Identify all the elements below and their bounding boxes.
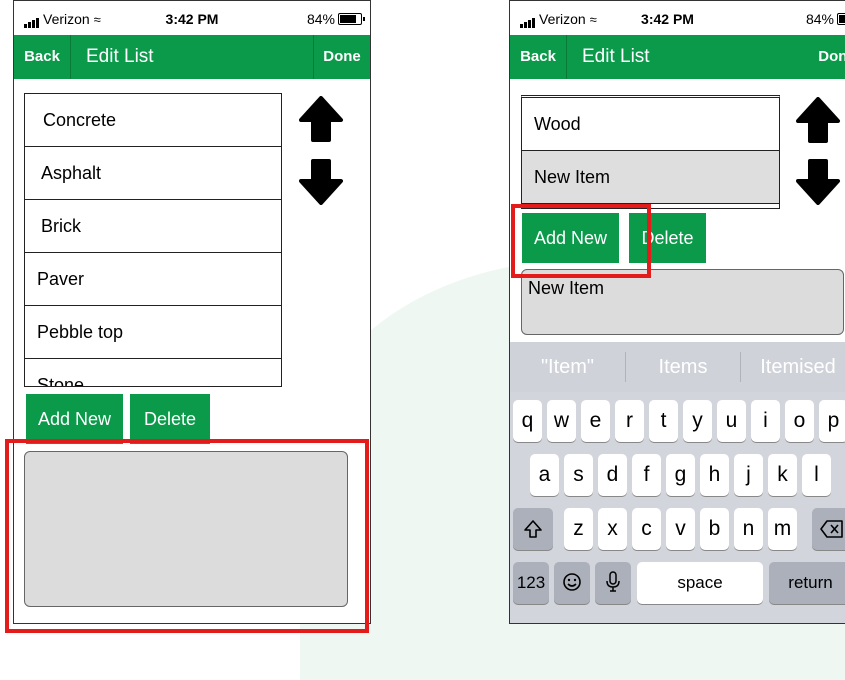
list-item[interactable]: Asphalt xyxy=(25,147,281,200)
key-f[interactable]: f xyxy=(632,454,661,496)
phone-screen-right: Verizon ≈ 3:42 PM 84% Back Edit List Don… xyxy=(509,0,845,624)
suggestion-3[interactable]: Itemised xyxy=(741,342,845,392)
item-text-field[interactable] xyxy=(24,451,348,607)
battery: 84% xyxy=(806,11,845,27)
key-d[interactable]: d xyxy=(598,454,627,496)
key-e[interactable]: e xyxy=(581,400,610,442)
item-text-field[interactable]: New Item xyxy=(521,269,844,335)
page-title: Edit List xyxy=(582,46,650,67)
status-bar: Verizon ≈ 3:42 PM 84% xyxy=(14,1,370,35)
key-p[interactable]: p xyxy=(819,400,845,442)
numbers-key[interactable]: 123 xyxy=(513,562,549,604)
add-new-button[interactable]: Add New xyxy=(26,394,123,444)
key-c[interactable]: c xyxy=(632,508,661,550)
on-screen-keyboard: "Item" Items Itemised q w e r t y u i o … xyxy=(510,342,845,623)
done-button[interactable]: Done xyxy=(313,35,370,79)
key-a[interactable]: a xyxy=(530,454,559,496)
key-i[interactable]: i xyxy=(751,400,780,442)
battery-icon xyxy=(837,13,845,25)
status-bar: Verizon ≈ 3:42 PM 84% xyxy=(510,1,845,35)
back-button[interactable]: Back xyxy=(14,35,71,79)
list-item[interactable]: Wood xyxy=(522,98,779,151)
suggestion-bar: "Item" Items Itemised xyxy=(510,342,845,392)
key-s[interactable]: s xyxy=(564,454,593,496)
return-key[interactable]: return xyxy=(769,562,845,604)
battery: 84% xyxy=(307,11,365,27)
list-item[interactable]: Paver xyxy=(25,253,281,306)
key-r[interactable]: r xyxy=(615,400,644,442)
key-o[interactable]: o xyxy=(785,400,814,442)
phone-screen-left: Verizon ≈ 3:42 PM 84% Back Edit List Don… xyxy=(13,0,371,624)
suggestion-2[interactable]: Items xyxy=(626,342,740,392)
shift-icon xyxy=(524,520,542,538)
add-new-button[interactable]: Add New xyxy=(522,213,619,263)
list-item[interactable]: Brick xyxy=(25,200,281,253)
key-u[interactable]: u xyxy=(717,400,746,442)
key-k[interactable]: k xyxy=(768,454,797,496)
item-list[interactable]: Concrete Asphalt Brick Paver Pebble top … xyxy=(24,93,282,387)
key-l[interactable]: l xyxy=(802,454,831,496)
key-j[interactable]: j xyxy=(734,454,763,496)
shift-key[interactable] xyxy=(513,508,553,550)
move-up-arrow-icon[interactable] xyxy=(794,97,842,143)
suggestion-1[interactable]: "Item" xyxy=(510,342,625,392)
key-v[interactable]: v xyxy=(666,508,695,550)
backspace-icon xyxy=(820,520,843,538)
list-item[interactable]: Concrete xyxy=(25,94,281,147)
key-b[interactable]: b xyxy=(700,508,729,550)
done-button[interactable]: Done xyxy=(809,35,845,79)
delete-button[interactable]: Delete xyxy=(130,394,210,444)
key-w[interactable]: w xyxy=(547,400,576,442)
back-button[interactable]: Back xyxy=(510,35,567,79)
emoji-key[interactable] xyxy=(554,562,590,604)
list-item-selected[interactable]: New Item xyxy=(522,151,779,204)
emoji-icon xyxy=(563,573,581,591)
list-item[interactable]: Stone xyxy=(25,359,281,386)
key-m[interactable]: m xyxy=(768,508,797,550)
microphone-icon xyxy=(606,571,620,592)
move-up-arrow-icon[interactable] xyxy=(297,96,345,142)
nav-bar: Back Edit List Done xyxy=(510,35,845,79)
nav-bar: Back Edit List Done xyxy=(14,35,370,79)
delete-button[interactable]: Delete xyxy=(629,213,706,263)
item-list[interactable]: Wood New Item xyxy=(521,95,780,209)
key-y[interactable]: y xyxy=(683,400,712,442)
backspace-key[interactable] xyxy=(812,508,845,550)
key-n[interactable]: n xyxy=(734,508,763,550)
clock: 3:42 PM xyxy=(641,11,694,27)
key-z[interactable]: z xyxy=(564,508,593,550)
battery-icon xyxy=(338,13,365,25)
move-down-arrow-icon[interactable] xyxy=(297,159,345,205)
key-g[interactable]: g xyxy=(666,454,695,496)
page-title: Edit List xyxy=(86,46,154,67)
key-q[interactable]: q xyxy=(513,400,542,442)
space-key[interactable]: space xyxy=(637,562,763,604)
move-down-arrow-icon[interactable] xyxy=(794,159,842,205)
key-x[interactable]: x xyxy=(598,508,627,550)
dictation-key[interactable] xyxy=(595,562,631,604)
key-h[interactable]: h xyxy=(700,454,729,496)
list-item[interactable]: Pebble top xyxy=(25,306,281,359)
key-t[interactable]: t xyxy=(649,400,678,442)
